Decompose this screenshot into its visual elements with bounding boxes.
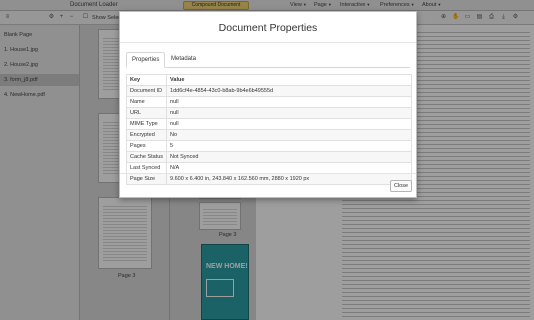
divider [120, 173, 416, 174]
property-value: Not Synced [166, 151, 412, 163]
divider [120, 42, 416, 43]
property-key: Document ID [125, 85, 168, 97]
table-row: Page Size 9.600 x 6.400 in, 243.840 x 162… [125, 173, 412, 185]
property-value: No [166, 129, 412, 141]
table-row: Cache Status Not Synced [125, 151, 412, 163]
tab-metadata[interactable]: Metadata [166, 52, 201, 68]
property-value: 5 [166, 140, 412, 152]
column-header-key: Key [125, 74, 168, 86]
column-header-value: Value [166, 74, 412, 86]
property-value: null [166, 118, 412, 130]
table-header-row: Key Value [125, 74, 412, 86]
document-properties-dialog: Document Properties Properties Metadata … [119, 11, 417, 198]
tab-properties[interactable]: Properties [126, 52, 166, 68]
dialog-title: Document Properties [218, 22, 318, 34]
table-row: URL null [125, 107, 412, 119]
property-key: URL [125, 107, 168, 119]
properties-table: Key Value Document ID 1dd6cf4e-4854-43c0-… [125, 74, 412, 185]
table-row: Name null [125, 96, 412, 108]
property-key: Last Synced [125, 162, 168, 174]
property-value: 9.600 x 6.400 in, 243.840 x 162.560 mm, … [166, 173, 412, 185]
property-key: Page Size [125, 173, 168, 185]
table-row: Document ID 1dd6cf4e-4854-43c0-b8ab-9b4e6… [125, 85, 412, 97]
close-button[interactable]: Close [390, 180, 412, 192]
property-value: null [166, 96, 412, 108]
property-key: MIME Type [125, 118, 168, 130]
property-value: N/A [166, 162, 412, 174]
table-row: Last Synced N/A [125, 162, 412, 174]
table-row: Encrypted No [125, 129, 412, 141]
property-key: Cache Status [125, 151, 168, 163]
property-key: Pages [125, 140, 168, 152]
table-row: MIME Type null [125, 118, 412, 130]
property-value: null [166, 107, 412, 119]
dialog-tabs: Properties Metadata [126, 52, 410, 68]
property-value: 1dd6cf4e-4854-43c0-b8ab-9b4e6b49555d [166, 85, 412, 97]
property-key: Name [125, 96, 168, 108]
table-row: Pages 5 [125, 140, 412, 152]
property-key: Encrypted [125, 129, 168, 141]
